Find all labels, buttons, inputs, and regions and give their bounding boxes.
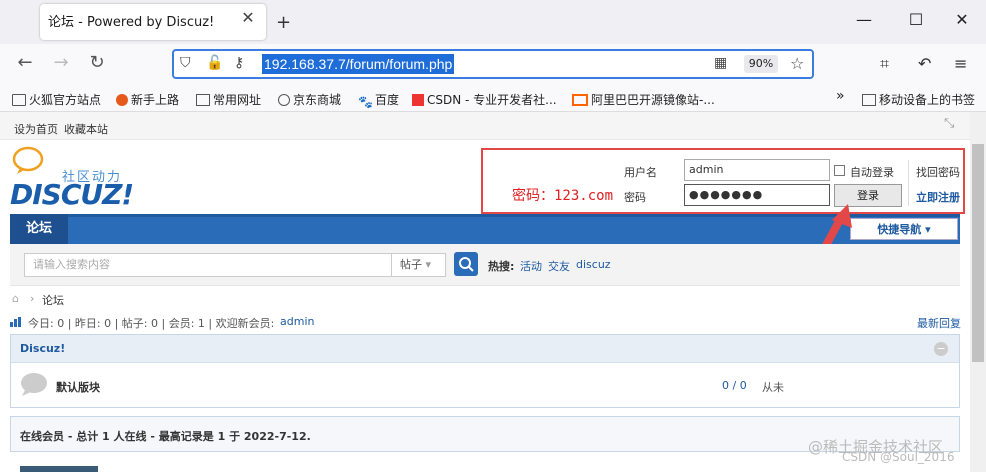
forward-icon[interactable]: → <box>50 52 72 73</box>
minimize-icon[interactable]: — <box>854 10 874 29</box>
new-tab-icon[interactable]: + <box>276 12 291 33</box>
bookmark-label: CSDN - 专业开发者社... <box>427 93 557 107</box>
insecure-lock-icon[interactable]: 🔓 <box>206 55 223 71</box>
maximize-icon[interactable]: ☐ <box>906 10 926 29</box>
zoom-indicator[interactable]: 90% <box>744 55 778 73</box>
undo-icon[interactable]: ↶ <box>918 54 931 73</box>
password-label: 密码 <box>624 191 646 204</box>
bookmark-label: 阿里巴巴开源镜像站-... <box>591 93 715 107</box>
bookmark-label: 移动设备上的书签 <box>879 93 976 107</box>
search-placeholder: 请输入搜索内容 <box>33 258 110 271</box>
bookmark-label: 新手上路 <box>131 93 180 107</box>
forum-last-post: 从未 <box>762 381 784 394</box>
bookmark-firefox[interactable]: 火狐官方站点 <box>12 91 101 108</box>
bookmark-label: 百度 <box>375 93 400 107</box>
quick-nav-label: 快捷导航 <box>877 223 922 236</box>
bookmark-mobile[interactable]: 移动设备上的书签 <box>862 91 975 108</box>
aliyun-icon <box>572 94 588 106</box>
search-type-label: 帖子 <box>400 258 422 271</box>
bookmark-aliyun[interactable]: 阿里巴巴开源镜像站-... <box>572 91 715 108</box>
password-input[interactable]: ●●●●●●● <box>684 184 830 206</box>
scrollbar-thumb[interactable] <box>972 144 984 362</box>
menu-icon[interactable]: ≡ <box>954 54 967 73</box>
more-bookmarks-icon[interactable]: » <box>836 88 845 104</box>
search-icon <box>459 257 474 272</box>
shield-icon[interactable]: ⛉ <box>180 55 191 71</box>
new-member-link[interactable]: admin <box>280 315 314 328</box>
hot-search-item[interactable]: discuz <box>576 258 611 271</box>
forum-stats: 今日: 0 | 昨日: 0 | 帖子: 0 | 会员: 1 | 欢迎新会员: <box>28 317 275 330</box>
bookmark-common[interactable]: 常用网址 <box>196 91 261 108</box>
logo-bubble-icon <box>12 146 44 174</box>
set-homepage-link[interactable]: 设为首页 <box>14 121 58 137</box>
username-label: 用户名 <box>624 166 657 179</box>
bookmark-site-link[interactable]: 收藏本站 <box>64 121 108 137</box>
username-value: admin <box>689 163 724 176</box>
search-button[interactable] <box>454 252 478 276</box>
category-title[interactable]: Discuz! <box>20 342 65 355</box>
caret-down-icon: ▾ <box>425 258 432 271</box>
logo[interactable]: DISCUZ! <box>10 178 134 211</box>
bookmark-baidu[interactable]: 🐾 百度 <box>358 91 399 109</box>
collapse-category-icon[interactable]: − <box>934 342 948 356</box>
crop-icon[interactable]: ⌗ <box>880 54 889 74</box>
hot-search-label: 热搜: <box>488 260 515 273</box>
divider <box>908 160 909 206</box>
username-input[interactable]: admin <box>684 159 830 181</box>
tab-title: 论坛 - Powered by Discuz! <box>48 15 215 30</box>
search-input[interactable]: 请输入搜索内容 <box>24 253 392 277</box>
breadcrumb-current[interactable]: 论坛 <box>42 292 64 308</box>
hot-search-item[interactable]: 交友 <box>548 258 570 274</box>
hot-search-item[interactable]: 活动 <box>520 258 542 274</box>
home-icon[interactable]: ⌂ <box>12 292 19 305</box>
folder-icon <box>862 94 876 106</box>
stats-chart-icon <box>10 316 22 327</box>
password-annotation: 密码：123.com <box>512 188 614 204</box>
baidu-paw-icon: 🐾 <box>358 95 373 109</box>
find-password-link[interactable]: 找回密码 <box>916 164 960 180</box>
bookmark-label: 京东商城 <box>293 93 342 107</box>
auto-login-label: 自动登录 <box>850 166 894 179</box>
password-value: ●●●●●●● <box>689 188 764 201</box>
forum-status-icon <box>21 373 47 396</box>
register-link[interactable]: 立即注册 <box>916 189 960 205</box>
bookmark-csdn[interactable]: CSDN - 专业开发者社... <box>412 91 557 108</box>
forum-counts: 0 / 0 <box>722 379 747 392</box>
forum-name-link[interactable]: 默认版块 <box>56 379 100 395</box>
bookmark-label: 火狐官方站点 <box>29 93 102 107</box>
folder-icon <box>12 94 26 106</box>
firefox-icon <box>116 94 128 106</box>
online-summary[interactable]: 在线会员 - 总计 1 人在线 - 最高记录是 1 于 2022-7-12. <box>20 428 311 444</box>
breadcrumb-separator: › <box>30 292 35 305</box>
qr-code-icon[interactable]: ▦ <box>714 55 727 71</box>
folder-icon <box>196 94 210 106</box>
globe-icon <box>278 94 290 106</box>
close-window-icon[interactable]: ✕ <box>952 10 972 29</box>
star-icon[interactable]: ☆ <box>790 54 804 73</box>
bookmark-label: 常用网址 <box>213 93 262 107</box>
latest-replies-link[interactable]: 最新回复 <box>917 315 961 331</box>
top-links-bar <box>0 112 970 140</box>
csdn-icon <box>412 94 424 106</box>
back-icon[interactable]: ← <box>14 52 36 73</box>
watermark: CSDN @Soul_2016 <box>842 450 955 464</box>
bookmark-newbie[interactable]: 新手上路 <box>116 91 179 108</box>
key-icon[interactable]: ⚷ <box>234 55 244 71</box>
bookmark-jd[interactable]: 京东商城 <box>278 91 341 108</box>
url-text[interactable]: 192.168.37.7/forum/forum.php <box>262 54 455 74</box>
close-tab-icon[interactable]: ✕ <box>238 8 258 28</box>
collapse-icon[interactable]: ⤡ <box>944 116 954 131</box>
search-type-select[interactable]: 帖子 ▾ <box>392 253 446 277</box>
nav-forum-tab[interactable]: 论坛 <box>10 214 68 244</box>
auto-login-checkbox[interactable] <box>834 165 845 176</box>
caret-down-icon: ▾ <box>925 223 931 236</box>
category-header <box>11 335 959 363</box>
reload-icon[interactable]: ↻ <box>86 52 108 73</box>
quick-nav-button[interactable]: 快捷导航 ▾ <box>850 218 958 240</box>
bottom-block <box>20 466 98 472</box>
